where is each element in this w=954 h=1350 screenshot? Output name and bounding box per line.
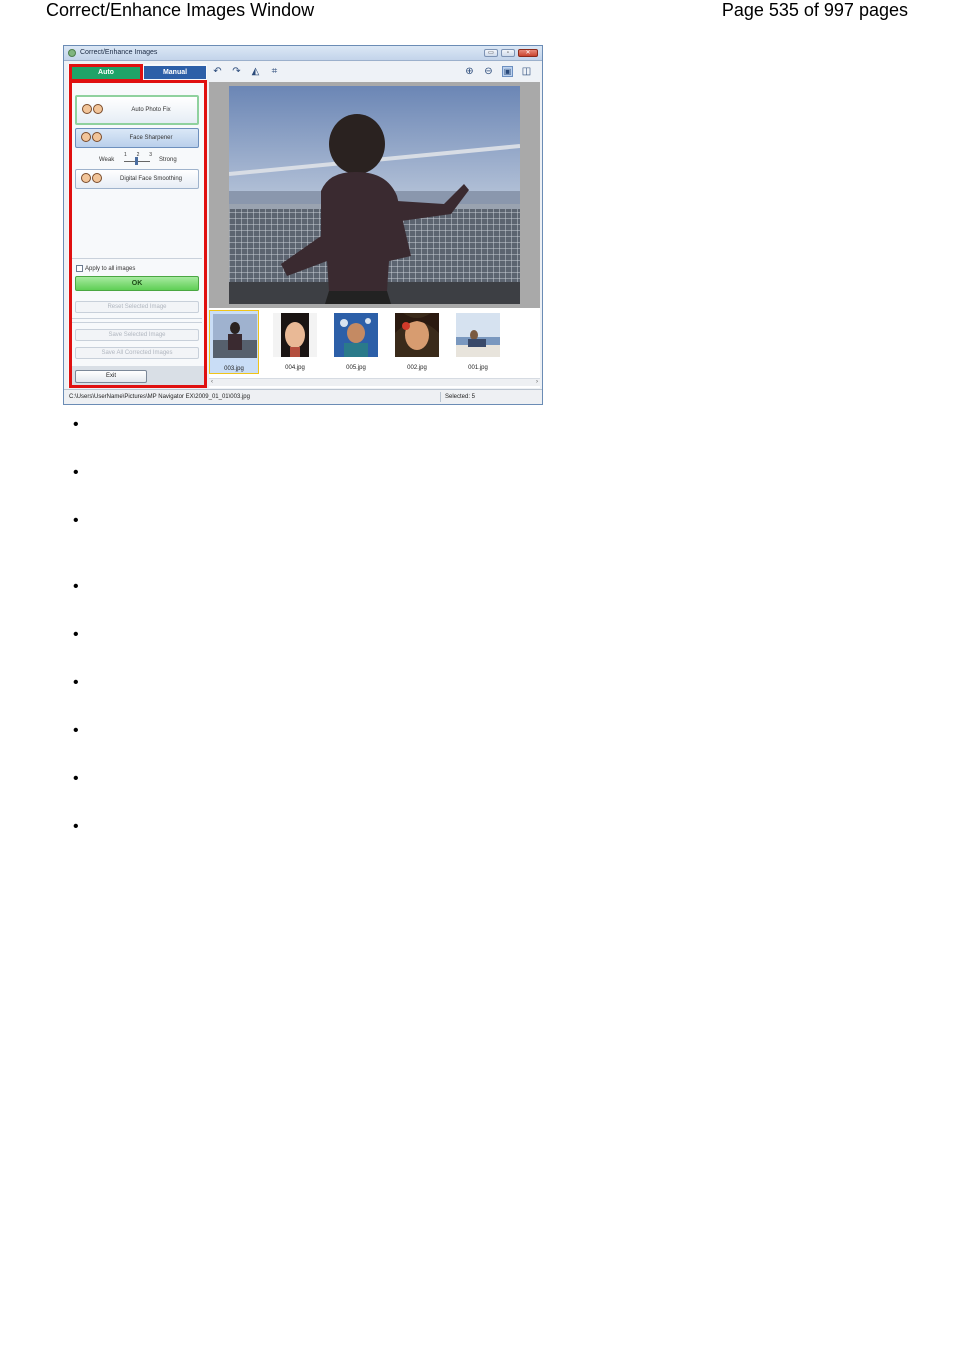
digital-face-smoothing-icon [81, 173, 103, 185]
digital-face-smoothing-button[interactable]: Digital Face Smoothing [75, 169, 199, 189]
bullet-item: • [73, 464, 79, 481]
close-button[interactable]: ✕ [518, 49, 538, 57]
thumbnail-caption: 002.jpg [407, 365, 427, 371]
face-sharpener-button[interactable]: Face Sharpener [75, 128, 199, 148]
crop-icon[interactable]: ⌗ [269, 66, 280, 77]
bullet-item: • [73, 818, 79, 835]
mirror-icon[interactable]: ◭ [250, 66, 261, 77]
tab-auto[interactable]: Auto [72, 66, 140, 79]
bullet-item: • [73, 416, 79, 433]
app-icon [68, 49, 76, 57]
face-sharpener-icon [81, 132, 103, 144]
thumbnail-caption: 004.jpg [285, 365, 305, 371]
minimize-button[interactable]: ▭ [484, 49, 498, 57]
auto-photo-fix-icon [82, 104, 104, 116]
thumbnail-image [456, 313, 500, 357]
slider-ticks: 1 2 3 [124, 152, 152, 158]
zoom-in-icon[interactable]: ⊕ [464, 66, 475, 77]
slider-weak-label: Weak [99, 157, 115, 163]
toolbar: ↶ ↷ ◭ ⌗ ⊕ ⊖ ▣ ◫ [209, 62, 540, 80]
thumbnail-scrollbar[interactable]: ‹ › [209, 378, 540, 386]
tab-manual[interactable]: Manual [144, 66, 206, 79]
whole-image-view-icon[interactable]: ▣ [502, 66, 513, 77]
thumbnail-item[interactable]: 001.jpg [453, 310, 503, 374]
strength-slider[interactable]: 1 2 3 Weak Strong [94, 152, 184, 166]
bullet-item: • [73, 674, 79, 691]
face-sharpener-label: Face Sharpener [129, 135, 173, 141]
thumbnail-item[interactable]: 003.jpg [209, 310, 259, 374]
auto-photo-fix-label: Auto Photo Fix [131, 107, 171, 113]
save-all-corrected-images-button[interactable]: Save All Corrected Images [75, 347, 199, 359]
bullet-item: • [73, 770, 79, 787]
divider [72, 258, 202, 259]
bullet-item: • [73, 512, 79, 529]
thumbnail-image [395, 313, 439, 357]
rotate-right-icon[interactable]: ↷ [231, 66, 242, 77]
apply-to-all-label: Apply to all images [85, 265, 136, 272]
thumbnail-strip: 003.jpg 004.jpg 005.jpg 002.jpg 001.jpg … [209, 308, 540, 388]
correct-enhance-window: Correct/Enhance Images ▭ ▫ ✕ Auto Manual… [63, 45, 543, 405]
digital-face-smoothing-label: Digital Face Smoothing [119, 176, 183, 182]
thumbnail-item[interactable]: 004.jpg [270, 310, 320, 374]
status-bar: C:\Users\UserName\Pictures\MP Navigator … [64, 389, 542, 404]
scroll-right-icon[interactable]: › [536, 379, 538, 385]
exit-button[interactable]: Exit [75, 370, 147, 383]
page-header-page-info: Page 535 of 997 pages [721, 0, 908, 20]
compare-view-icon[interactable]: ◫ [521, 66, 532, 77]
slider-thumb[interactable] [135, 157, 138, 165]
auto-photo-fix-button[interactable]: Auto Photo Fix [75, 95, 199, 125]
window-title: Correct/Enhance Images [80, 49, 158, 56]
preview-photo [229, 86, 520, 304]
status-divider [440, 392, 441, 402]
status-path: C:\Users\UserName\Pictures\MP Navigator … [69, 394, 250, 400]
divider [72, 318, 202, 319]
status-selected-count: Selected: 5 [445, 394, 476, 400]
slider-strong-label: Strong [159, 157, 177, 163]
thumbnail-item[interactable]: 002.jpg [392, 310, 442, 374]
thumbnail-image [334, 313, 378, 357]
apply-to-all-row[interactable]: Apply to all images [76, 265, 135, 272]
bullet-item: • [73, 578, 79, 595]
rotate-left-icon[interactable]: ↶ [212, 66, 223, 77]
bullet-item: • [73, 626, 79, 643]
save-selected-image-button[interactable]: Save Selected Image [75, 329, 199, 341]
thumbnail-image [273, 313, 317, 357]
thumbnail-image [213, 314, 257, 358]
maximize-button[interactable]: ▫ [501, 49, 515, 57]
window-titlebar: Correct/Enhance Images ▭ ▫ ✕ [64, 46, 542, 61]
scroll-left-icon[interactable]: ‹ [211, 379, 213, 385]
image-preview [209, 82, 540, 308]
reset-selected-image-button[interactable]: Reset Selected Image [75, 301, 199, 313]
ok-button[interactable]: OK [75, 276, 199, 291]
apply-to-all-checkbox[interactable] [76, 265, 83, 272]
bullet-item: • [73, 722, 79, 739]
thumbnail-caption: 003.jpg [224, 366, 244, 372]
page-header-title: Correct/Enhance Images Window [46, 0, 315, 20]
divider [72, 322, 202, 323]
zoom-out-icon[interactable]: ⊖ [483, 66, 494, 77]
thumbnail-caption: 001.jpg [468, 365, 488, 371]
thumbnail-caption: 005.jpg [346, 365, 366, 371]
thumbnail-item[interactable]: 005.jpg [331, 310, 381, 374]
